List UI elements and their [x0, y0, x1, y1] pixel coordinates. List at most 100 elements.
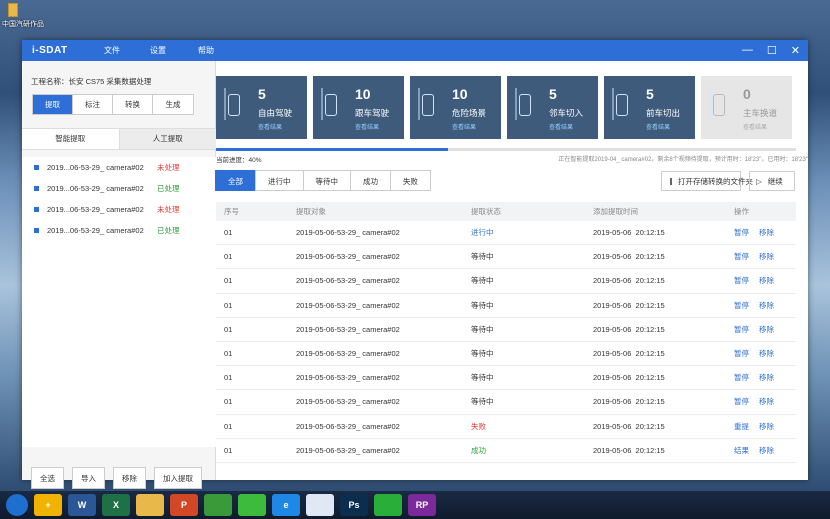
scene-card[interactable]: 5 前车切出 查看结果 [604, 76, 695, 139]
app-window: i-SDAT 文件 设置 帮助 — ☐ ✕ 工程名称：长安 CS75 采集数据处… [22, 40, 808, 489]
row-action-primary[interactable]: 暂停 [734, 251, 749, 262]
file-status: 已处理 [157, 184, 180, 193]
row-action-primary[interactable]: 暂停 [734, 227, 749, 238]
tab-success[interactable]: 成功 [350, 170, 391, 191]
row-status: 等待中 [471, 397, 494, 407]
powerpoint-icon[interactable]: P [170, 494, 198, 516]
scene-card[interactable]: 5 自由驾驶 查看结果 [216, 76, 307, 139]
app-green-icon[interactable] [238, 494, 266, 516]
tab-extract[interactable]: 提取 [33, 95, 73, 114]
row-action-remove[interactable]: 移除 [759, 324, 774, 335]
row-time: 2019-05-06 20:12:15 [593, 445, 665, 455]
close-icon[interactable]: ✕ [791, 44, 800, 57]
menu-file[interactable]: 文件 [104, 45, 134, 56]
list-item[interactable]: 2019...06-53-29_ camera#02 未处理 [22, 199, 216, 220]
import-button[interactable]: 导入 [72, 467, 105, 489]
row-action-primary[interactable]: 暂停 [734, 396, 749, 407]
desktop-folder-label: 中国汽研作品 [2, 21, 44, 28]
view-result-link[interactable]: 查看结果 [452, 122, 476, 131]
add-extract-button[interactable]: 加入提取 [154, 467, 202, 489]
checkbox-icon[interactable] [34, 207, 39, 212]
folder-icon[interactable] [8, 3, 18, 17]
tab-annotate[interactable]: 标注 [73, 95, 113, 114]
ie-icon[interactable]: e [272, 494, 300, 516]
axure-icon[interactable]: RP [408, 494, 436, 516]
baidu-icon[interactable] [306, 494, 334, 516]
row-action-remove[interactable]: 移除 [759, 372, 774, 383]
select-all-button[interactable]: 全选 [31, 467, 64, 489]
row-action-remove[interactable]: 移除 [759, 275, 774, 286]
row-index: 01 [224, 276, 233, 286]
row-index: 01 [224, 349, 233, 359]
row-action-remove[interactable]: 移除 [759, 421, 774, 432]
file-status: 已处理 [157, 226, 180, 235]
row-action-remove[interactable]: 移除 [759, 227, 774, 238]
row-action-remove[interactable]: 移除 [759, 396, 774, 407]
row-action-primary[interactable]: 暂停 [734, 275, 749, 286]
app-plus-icon[interactable]: + [34, 494, 62, 516]
tab-generate[interactable]: 生成 [153, 95, 193, 114]
excel-icon[interactable]: X [102, 494, 130, 516]
checkbox-icon[interactable] [34, 186, 39, 191]
card-count: 5 [258, 86, 266, 102]
row-action-primary[interactable]: 暂停 [734, 372, 749, 383]
table-row: 01 2019-05-06-53-29_ camera#02 等待中 2019-05-… [216, 366, 796, 391]
tab-smart-extract[interactable]: 智能提取 [22, 129, 120, 149]
card-count: 5 [646, 86, 654, 102]
start-icon[interactable] [6, 494, 28, 516]
continue-button[interactable]: ▷ 继续 [749, 171, 795, 191]
word-icon[interactable]: W [68, 494, 96, 516]
view-result-link[interactable]: 查看结果 [258, 122, 282, 131]
cut-in-icon [519, 94, 531, 116]
tab-waiting[interactable]: 等待中 [302, 170, 351, 191]
view-result-link[interactable]: 查看结果 [355, 122, 379, 131]
file-name: 2019...06-53-29_ camera#02 [47, 184, 144, 193]
menu-settings[interactable]: 设置 [150, 45, 180, 56]
row-action-primary[interactable]: 结果 [734, 445, 749, 456]
scene-card[interactable]: 10 危险场景 查看结果 [410, 76, 501, 139]
row-action-primary[interactable]: 暂停 [734, 300, 749, 311]
tab-in-progress[interactable]: 进行中 [255, 170, 304, 191]
view-result-link[interactable]: 查看结果 [646, 122, 670, 131]
list-item[interactable]: 2019...06-53-29_ camera#02 未处理 [22, 157, 216, 178]
explorer-icon[interactable] [136, 494, 164, 516]
row-action-remove[interactable]: 移除 [759, 445, 774, 456]
tab-convert[interactable]: 转换 [113, 95, 153, 114]
row-action-remove[interactable]: 移除 [759, 251, 774, 262]
open-folder-button[interactable]: 打开存储转换的文件夹 [661, 171, 753, 191]
checkbox-icon[interactable] [34, 228, 39, 233]
scene-card[interactable]: 10 跟车驾驶 查看结果 [313, 76, 404, 139]
wechat-icon[interactable] [374, 494, 402, 516]
maximize-icon[interactable]: ☐ [767, 44, 777, 57]
row-action-primary[interactable]: 暂停 [734, 348, 749, 359]
tab-all[interactable]: 全部 [215, 170, 256, 191]
row-action-primary[interactable]: 重提 [734, 421, 749, 432]
title-bar: i-SDAT 文件 设置 帮助 — ☐ ✕ [22, 40, 808, 61]
minimize-icon[interactable]: — [742, 44, 753, 57]
chrome-icon[interactable] [204, 494, 232, 516]
row-time: 2019-05-06 20:12:15 [593, 276, 665, 286]
row-action-remove[interactable]: 移除 [759, 348, 774, 359]
row-action-primary[interactable]: 暂停 [734, 324, 749, 335]
list-item[interactable]: 2019...06-53-29_ camera#02 已处理 [22, 220, 216, 241]
col-object: 提取对象 [296, 207, 326, 216]
photoshop-icon[interactable]: Ps [340, 494, 368, 516]
tab-manual-extract[interactable]: 人工提取 [119, 129, 216, 149]
row-time: 2019-05-06 20:12:15 [593, 300, 665, 310]
scene-card[interactable]: 0 主车换道 查看结果 [701, 76, 792, 139]
view-result-link[interactable]: 查看结果 [743, 122, 767, 131]
divider [321, 88, 323, 120]
remove-button[interactable]: 移除 [113, 467, 146, 489]
table-row: 01 2019-05-06-53-29_ camera#02 等待中 2019-05-… [216, 318, 796, 342]
view-result-link[interactable]: 查看结果 [549, 122, 573, 131]
divider [418, 88, 420, 120]
tab-failed[interactable]: 失败 [390, 170, 431, 191]
row-object: 2019-05-06-53-29_ camera#02 [296, 373, 400, 383]
scene-cards: 5 自由驾驶 查看结果 10 跟车驾驶 查看结果 10 危险场景 查看结果 5 邻车切入 查看结果 5 前… [216, 76, 792, 139]
menu-help[interactable]: 帮助 [198, 45, 228, 56]
row-action-remove[interactable]: 移除 [759, 300, 774, 311]
row-object: 2019-05-06-53-29_ camera#02 [296, 276, 400, 286]
checkbox-icon[interactable] [34, 165, 39, 170]
scene-card[interactable]: 5 邻车切入 查看结果 [507, 76, 598, 139]
list-item[interactable]: 2019...06-53-29_ camera#02 已处理 [22, 178, 216, 199]
